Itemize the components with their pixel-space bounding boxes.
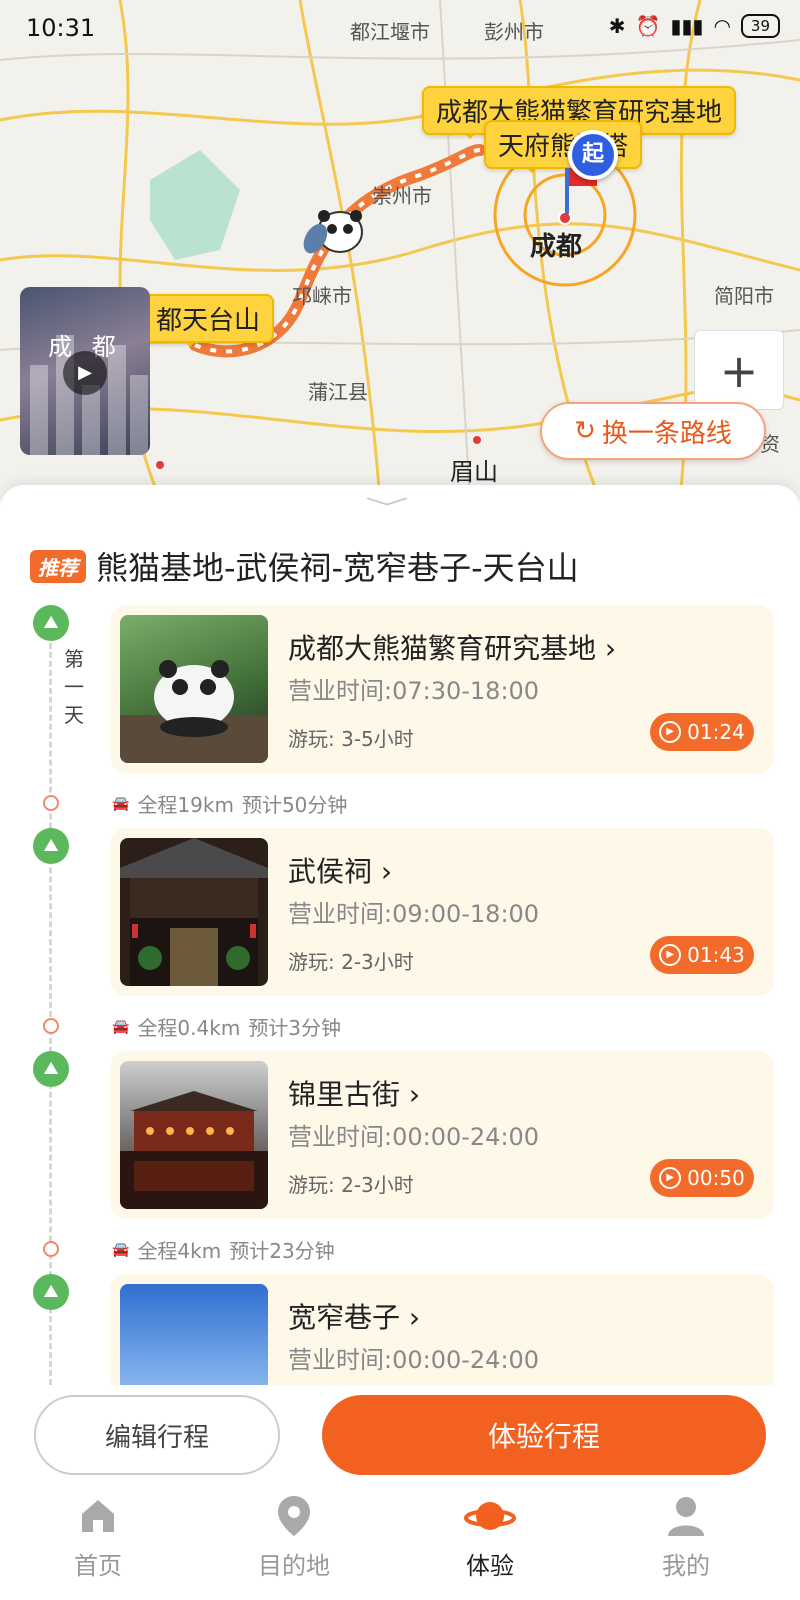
play-icon[interactable]: ▶ [63, 351, 107, 395]
tab-label: 目的地 [258, 1552, 330, 1580]
play-icon: ▶ [659, 721, 682, 743]
stop-card[interactable]: 武侯祠 › 营业时间:09:00-18:00 游玩: 2-3小时 ▶ 01:43 [110, 828, 774, 996]
stop-name[interactable]: 成都大熊猫繁育研究基地 › [288, 627, 616, 667]
transfer-dot-icon [43, 795, 59, 811]
timeline-line [49, 625, 52, 1385]
city-video-thumbnail[interactable]: 成 都 ▶ [20, 287, 150, 455]
city-label-jianyang: 简阳市 [714, 284, 774, 308]
city-label-meishan: 眉山 [450, 458, 498, 486]
user-icon [626, 1490, 746, 1542]
transfer-info: 🚘 全程4km 预计23分钟 [112, 1239, 335, 1263]
bluetooth-icon: ✱ [608, 14, 626, 38]
wifi-icon: ◠ [713, 14, 731, 38]
scenic-node-icon: ⛰ [33, 1051, 69, 1087]
edit-itinerary-button[interactable]: 编辑行程 [34, 1395, 280, 1475]
car-icon: 🚘 [112, 795, 130, 812]
city-label-chengdu: 成都 [530, 232, 583, 262]
status-icons: ✱ ⏰ ▮▮▮ ◠ 39 [609, 14, 780, 38]
stop-hours: 营业时间:09:00-18:00 [288, 900, 540, 928]
location-pin-icon [234, 1490, 354, 1542]
tab-experience[interactable]: 体验 [430, 1490, 550, 1581]
transfer-dot-icon [43, 1241, 59, 1257]
home-icon [38, 1490, 158, 1542]
tab-label: 我的 [662, 1552, 710, 1580]
status-bar: 10:31 ✱ ⏰ ▮▮▮ ◠ 39 [0, 0, 800, 56]
stop-card[interactable]: 锦里古街 › 营业时间:00:00-24:00 游玩: 2-3小时 ▶ 00:50 [110, 1051, 774, 1219]
chevron-right-icon: › [380, 855, 393, 888]
refresh-icon: ↻ [574, 416, 596, 446]
video-play-button[interactable]: ▶ 01:43 [650, 936, 754, 974]
play-icon: ▶ [659, 944, 682, 966]
stop-hours: 营业时间:07:30-18:00 [288, 677, 540, 705]
transfer-info: 🚘 全程0.4km 预计3分钟 [112, 1016, 342, 1040]
car-icon: 🚘 [112, 1018, 130, 1035]
chevron-right-icon: › [408, 1301, 421, 1334]
collapse-handle-icon[interactable]: ﹀ [365, 491, 409, 523]
stop-card[interactable]: 成都大熊猫繁育研究基地 › 营业时间:07:30-18:00 游玩: 3-5小时… [110, 605, 774, 773]
stop-photo [120, 1061, 268, 1209]
tab-destination[interactable]: 目的地 [234, 1490, 354, 1581]
stop-hours: 营业时间:00:00-24:00 [288, 1123, 540, 1151]
play-icon: ▶ [659, 1167, 682, 1189]
stop-name[interactable]: 宽窄巷子 › [288, 1296, 420, 1336]
zoom-in-button[interactable]: + [694, 330, 784, 410]
scenic-node-icon: ⛰ [33, 605, 69, 641]
planet-icon [430, 1490, 550, 1542]
stop-photo [120, 838, 268, 986]
stop-play-duration: 游玩: 2-3小时 [288, 950, 414, 974]
tab-home[interactable]: 首页 [38, 1490, 158, 1581]
city-label-qionglai: 邛崃市 [292, 284, 352, 308]
stop-play-duration: 游玩: 3-5小时 [288, 727, 414, 751]
start-marker[interactable]: 起 [568, 130, 618, 180]
alarm-icon: ⏰ [635, 14, 661, 38]
switch-route-label: 换一条路线 [601, 418, 732, 449]
route-title: 熊猫基地-武侯祠-宽窄巷子-天台山 [96, 549, 579, 587]
action-bar: 编辑行程 体验行程 [0, 1385, 800, 1480]
transfer-info: 🚘 全程19km 预计50分钟 [112, 793, 348, 817]
scenic-node-icon: ⛰ [33, 828, 69, 864]
route-map[interactable]: 10:31 ✱ ⏰ ▮▮▮ ◠ 39 都江堰市 彭州市 崇州市 邛崃市 简阳市 … [0, 0, 800, 500]
stop-hours: 营业时间:00:00-24:00 [288, 1346, 540, 1374]
video-play-button[interactable]: ▶ 01:24 [650, 713, 754, 751]
recommend-badge: 推荐 [30, 549, 86, 583]
start-itinerary-button[interactable]: 体验行程 [322, 1395, 766, 1475]
status-time: 10:31 [26, 14, 96, 42]
car-icon: 🚘 [112, 1241, 130, 1258]
scenic-node-icon: ⛰ [33, 1274, 69, 1310]
route-header: 推荐 熊猫基地-武侯祠-宽窄巷子-天台山 [30, 543, 579, 589]
stop-name[interactable]: 锦里古街 › [288, 1073, 420, 1113]
stop-name[interactable]: 武侯祠 › [288, 850, 392, 890]
battery-indicator: 39 [740, 14, 780, 38]
chevron-right-icon: › [604, 632, 617, 665]
chevron-right-icon: › [408, 1078, 421, 1111]
transfer-dot-icon [43, 1018, 59, 1034]
signal-icon: ▮▮▮ [670, 14, 704, 38]
callout-tower[interactable]: 天府熊猫塔 [484, 120, 643, 173]
panda-mascot [303, 210, 363, 254]
tab-label: 体验 [466, 1552, 514, 1580]
day-label: 第 一 天 [64, 647, 84, 727]
stop-photo [120, 615, 268, 763]
stop-play-duration: 游玩: 2-3小时 [288, 1173, 414, 1197]
tab-profile[interactable]: 我的 [626, 1490, 746, 1581]
video-play-button[interactable]: ▶ 00:50 [650, 1159, 754, 1197]
switch-route-button[interactable]: ↻ 换一条路线 [540, 402, 766, 460]
city-label-pujiang: 蒲江县 [308, 380, 368, 404]
bottom-tab-bar: 首页 目的地 体验 我的 [0, 1480, 800, 1600]
city-label-chongzhou: 崇州市 [372, 184, 432, 208]
tab-label: 首页 [74, 1552, 122, 1580]
callout-tiantai[interactable]: 都天台山 [142, 294, 275, 347]
